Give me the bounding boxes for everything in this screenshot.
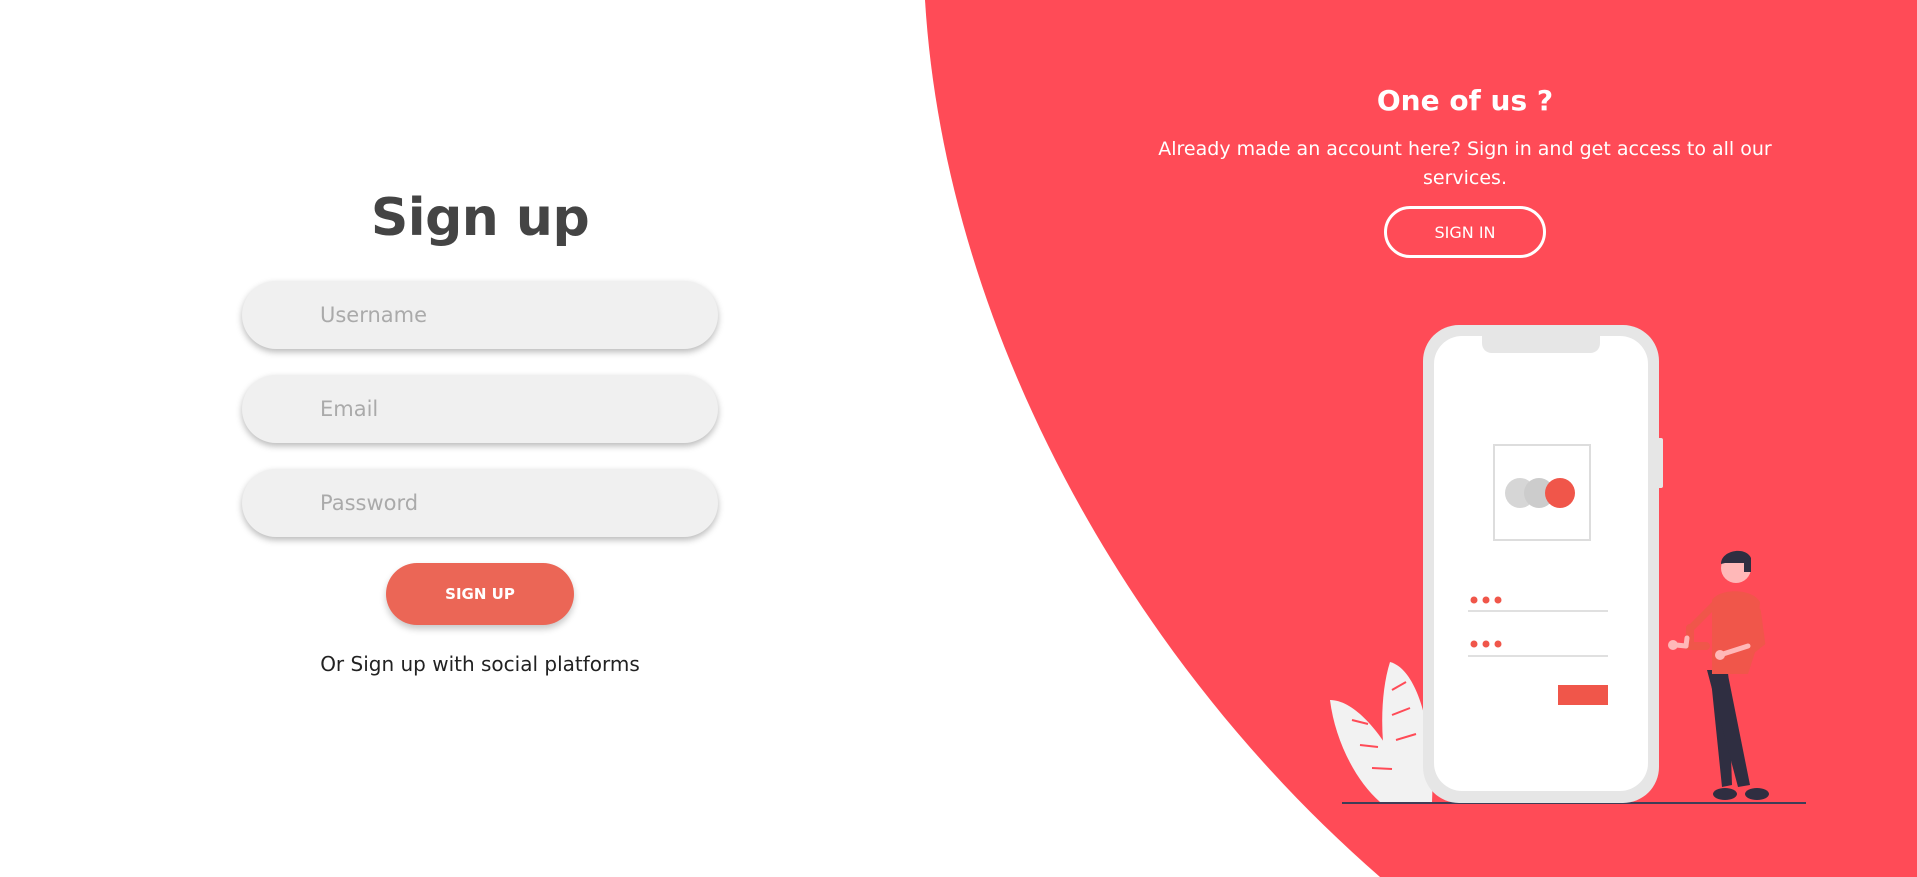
signin-panel: One of us ? Already made an account here… [1100,0,1830,300]
plant-leaf-icon [1330,662,1433,802]
signup-form: Sign up SIGN UP Or Sign up with social p… [0,0,960,877]
signin-button[interactable]: SIGN IN [1384,206,1546,258]
phone-icon [1423,325,1663,803]
username-input[interactable] [320,281,690,349]
page-title: Sign up [370,188,590,248]
email-input[interactable] [320,375,690,443]
password-input[interactable] [320,469,690,537]
person-icon [1668,550,1769,800]
password-field[interactable] [242,469,718,537]
panel-description: Already made an account here? Sign in an… [1158,138,1772,189]
card-logo-icon [1493,444,1591,541]
email-field[interactable] [242,375,718,443]
username-field[interactable] [242,281,718,349]
panel-title: One of us ? [1376,84,1554,117]
signup-button[interactable]: SIGN UP [386,563,574,625]
signup-illustration [1330,325,1806,804]
social-signup-text: Or Sign up with social platforms [320,652,640,676]
